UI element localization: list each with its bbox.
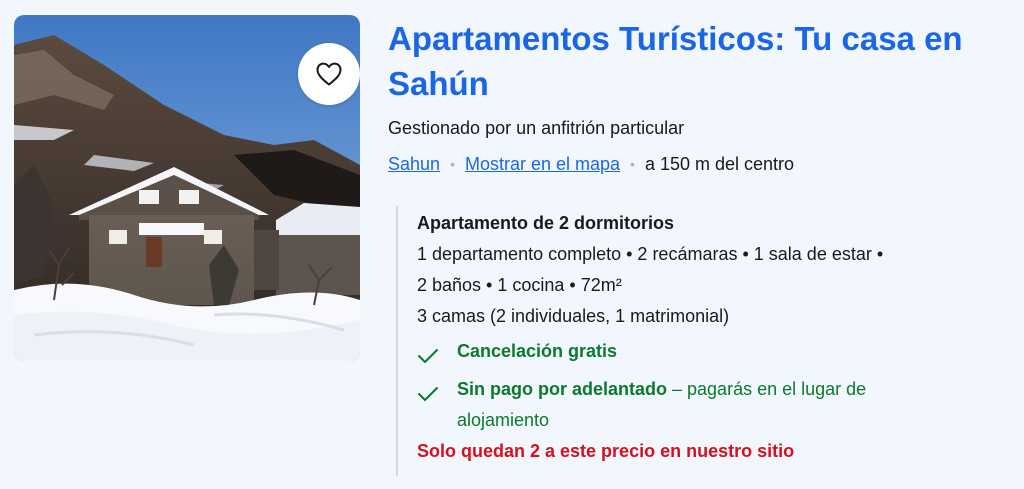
town-link[interactable]: Sahun <box>388 152 440 176</box>
separator-dot: • <box>450 156 455 172</box>
property-card: Apartamentos Turísticos: Tu casa en Sahú… <box>0 0 1024 489</box>
no-prepayment-text: Sin pago por adelantado – pagarás en el … <box>457 374 866 436</box>
bed-configuration: 3 camas (2 individuales, 1 matrimonial) <box>417 306 730 326</box>
free-cancellation-label: Cancelación gratis <box>457 341 618 361</box>
property-title[interactable]: Apartamentos Turísticos: Tu casa en Sahú… <box>388 16 1008 106</box>
checkmark-icon <box>417 374 457 412</box>
no-prepayment-detail-2: alojamiento <box>457 410 550 430</box>
managed-by-text: Gestionado por un anfitrión particular <box>388 118 685 138</box>
unit-specs-line-1: 1 departamento completo • 2 recámaras • … <box>417 244 884 264</box>
separator-dot: • <box>630 156 635 172</box>
unit-specs-line-2: 2 baños • 1 cocina • 72m² <box>417 275 622 295</box>
listing-summary: Apartamentos Turísticos: Tu casa en Sahú… <box>388 16 1008 176</box>
distance-text: a 150 m del centro <box>644 154 795 174</box>
no-prepayment-detail-1: – pagarás en el lugar de <box>667 379 867 399</box>
favorite-button[interactable] <box>298 43 360 105</box>
show-on-map-link[interactable]: Mostrar en el mapa <box>465 152 620 176</box>
heart-outline-icon <box>316 62 342 86</box>
location-row: Sahun • Mostrar en el mapa • a 150 m del… <box>388 152 1008 176</box>
no-prepayment-perk: Sin pago por adelantado – pagarás en el … <box>417 374 1017 436</box>
free-cancellation-perk: Cancelación gratis <box>417 336 1017 374</box>
scarcity-message: Solo quedan 2 a este precio en nuestro s… <box>417 441 795 461</box>
checkmark-icon <box>417 336 457 374</box>
unit-details: Apartamento de 2 dormitorios 1 departame… <box>396 206 1017 476</box>
no-prepayment-label: Sin pago por adelantado <box>457 379 668 399</box>
property-photo[interactable] <box>14 15 360 361</box>
unit-title: Apartamento de 2 dormitorios <box>417 213 675 233</box>
